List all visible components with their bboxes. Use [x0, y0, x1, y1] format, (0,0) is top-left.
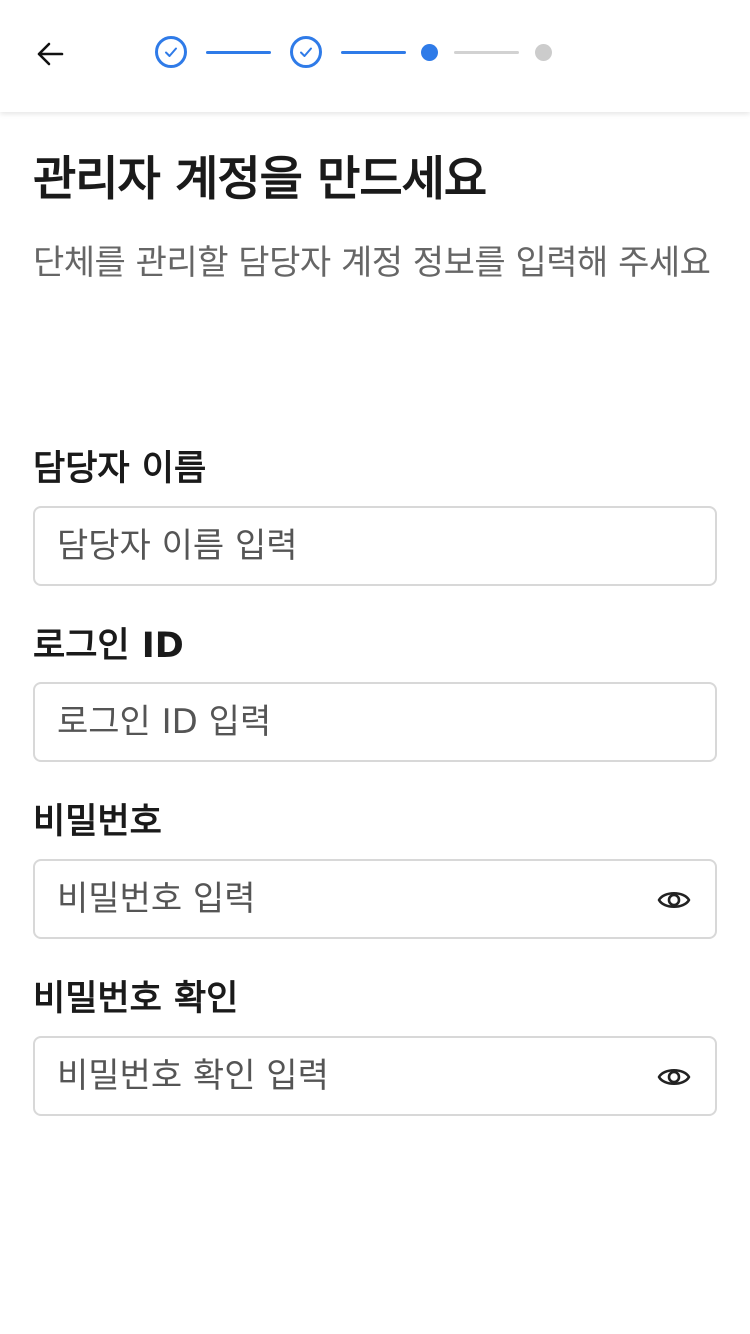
name-label: 담당자 이름 — [33, 449, 207, 489]
step-connector-2 — [341, 51, 406, 54]
password-confirm-input[interactable] — [57, 1038, 637, 1114]
eye-icon — [657, 891, 691, 909]
toggle-password-visibility-button[interactable] — [655, 881, 693, 919]
step-1-completed-check-icon — [155, 36, 187, 68]
step-connector-3 — [454, 51, 519, 54]
eye-icon — [657, 1068, 691, 1086]
step-3-current-dot — [421, 44, 438, 61]
name-field[interactable] — [33, 506, 717, 586]
password-label: 비밀번호 — [33, 802, 162, 842]
step-4-pending-dot — [535, 44, 552, 61]
toggle-password-confirm-visibility-button[interactable] — [655, 1058, 693, 1096]
login-id-label: 로그인 ID — [33, 626, 184, 666]
step-connector-1 — [206, 51, 271, 54]
progress-stepper — [0, 0, 750, 112]
login-id-field[interactable] — [33, 682, 717, 762]
page-title: 관리자 계정을 만드세요 — [33, 152, 487, 207]
step-2-completed-check-icon — [290, 36, 322, 68]
page-subtitle: 단체를 관리할 담당자 계정 정보를 입력해 주세요 — [33, 243, 711, 283]
top-bar — [0, 0, 750, 112]
password-field[interactable] — [33, 859, 717, 939]
login-id-input[interactable] — [57, 684, 637, 760]
name-input[interactable] — [57, 508, 637, 584]
password-confirm-field[interactable] — [33, 1036, 717, 1116]
password-input[interactable] — [57, 861, 637, 937]
password-confirm-label: 비밀번호 확인 — [33, 979, 239, 1019]
